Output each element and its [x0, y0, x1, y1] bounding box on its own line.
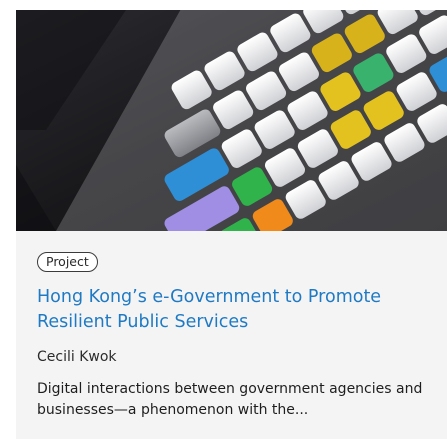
article-title-link[interactable]: Hong Kong’s e-Government to Promote Resi… [37, 285, 437, 335]
article-excerpt: Digital interactions between government … [37, 381, 423, 418]
keyboard-photo-icon [16, 10, 447, 231]
article-image[interactable] [16, 10, 447, 231]
article-author: Cecili Kwok [37, 349, 117, 365]
category-tag[interactable]: Project [37, 252, 98, 272]
article-card[interactable]: Project Hong Kong’s e-Government to Prom… [16, 10, 447, 439]
